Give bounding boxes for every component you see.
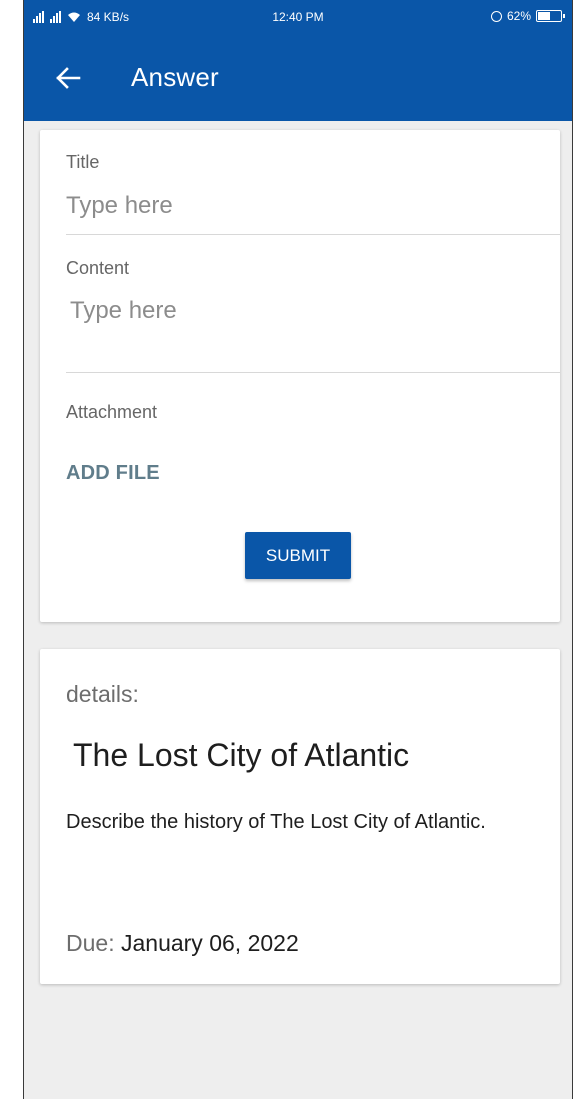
due-label: Due: [66,930,121,956]
title-divider [66,234,560,235]
answer-form-card: Title Content Attachment ADD FILE SUBMIT [40,130,560,622]
submit-button[interactable]: SUBMIT [245,532,351,579]
page-title: Answer [131,62,219,92]
status-time: 12:40 PM [272,10,324,24]
attachment-label: Attachment [66,402,158,422]
title-label: Title [66,152,100,172]
status-right: 62% [490,9,565,23]
due-date-value: January 06, 2022 [120,930,299,956]
battery-fill [538,12,550,20]
content-label: Content [66,258,130,278]
status-bar: 84 KB/s 12:40 PM 62% [24,0,572,34]
title-input[interactable] [66,192,546,220]
details-card: details: The Lost City of Atlantic Descr… [40,649,560,984]
back-button[interactable] [48,58,88,98]
rotation-lock-icon [490,10,502,22]
phone-frame: 84 KB/s 12:40 PM 62% Answer Title Conten… [23,0,573,1099]
details-heading: details: [66,681,139,707]
content-divider [66,372,560,373]
app-bar: Answer [24,34,572,121]
arrow-left-icon [56,67,81,89]
content-input[interactable] [70,297,550,325]
battery-icon [536,10,565,22]
assignment-title: The Lost City of Atlantic [73,737,410,773]
due-date-row: Due: January 06, 2022 [66,930,299,957]
battery-percent: 62% [506,9,531,23]
assignment-description: Describe the history of The Lost City of… [66,811,486,833]
add-file-button[interactable]: ADD FILE [66,462,160,485]
